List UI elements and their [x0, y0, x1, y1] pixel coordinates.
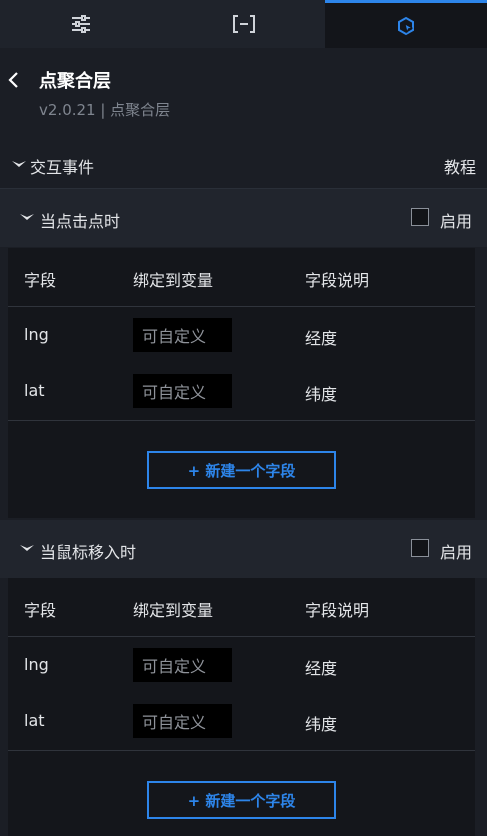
column-header: 字段	[24, 271, 57, 290]
column-header: 字段说明	[305, 601, 370, 620]
bracket-icon	[232, 15, 255, 33]
section-label: 交互事件	[30, 158, 95, 177]
column-header: 字段说明	[305, 271, 370, 290]
field-name: lat	[24, 711, 45, 730]
enable-checkbox[interactable]	[411, 208, 429, 226]
event-label: 当鼠标移入时	[40, 543, 137, 562]
divider	[8, 420, 475, 421]
field-name: lng	[24, 325, 49, 344]
field-desc: 经度	[305, 329, 338, 348]
add-field-button[interactable]: + 新建一个字段	[147, 781, 336, 819]
field-desc: 纬度	[305, 715, 338, 734]
divider	[8, 306, 475, 307]
variable-input[interactable]: 可自定义	[133, 318, 232, 352]
column-header: 绑定到变量	[133, 271, 214, 290]
tab-bar	[0, 0, 487, 48]
variable-input[interactable]: 可自定义	[133, 648, 232, 682]
tutorial-link[interactable]: 教程	[444, 154, 476, 178]
field-desc: 经度	[305, 659, 338, 678]
enable-label: 启用	[440, 543, 473, 562]
column-header: 字段	[24, 601, 57, 620]
page-title: 点聚合层	[39, 71, 111, 92]
tab-style[interactable]	[0, 0, 162, 48]
event-label: 当点击点时	[40, 212, 121, 231]
field-name: lng	[24, 655, 49, 674]
caret-down-icon[interactable]	[20, 544, 34, 554]
enable-checkbox[interactable]	[411, 539, 429, 557]
column-header: 绑定到变量	[133, 601, 214, 620]
field-name: lat	[24, 381, 45, 400]
divider	[8, 750, 475, 751]
field-desc: 纬度	[305, 385, 338, 404]
tab-interaction[interactable]	[325, 0, 487, 48]
tab-data[interactable]	[162, 0, 325, 48]
version-text: v2.0.21 | 点聚合层	[39, 101, 171, 119]
interaction-icon	[398, 16, 414, 35]
caret-down-icon[interactable]	[12, 160, 26, 170]
divider	[8, 636, 475, 637]
sliders-icon	[72, 15, 90, 33]
enable-label: 启用	[440, 212, 473, 231]
caret-down-icon[interactable]	[20, 213, 34, 223]
variable-input[interactable]: 可自定义	[133, 704, 232, 738]
add-field-button[interactable]: + 新建一个字段	[147, 451, 336, 489]
back-arrow-icon[interactable]	[6, 70, 22, 90]
variable-input[interactable]: 可自定义	[133, 374, 232, 408]
